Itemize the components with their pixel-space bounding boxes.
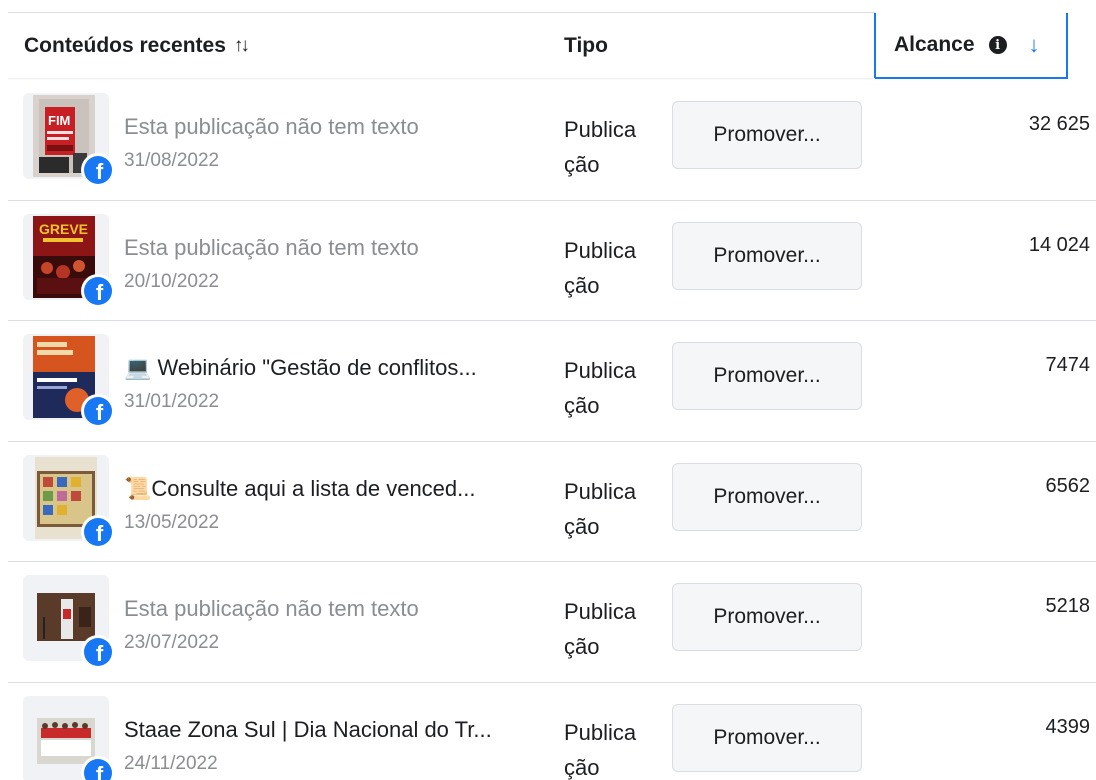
promote-button[interactable]: Promover... bbox=[672, 101, 862, 169]
post-type-line2: ção bbox=[564, 634, 600, 659]
sort-descending-icon[interactable]: ↓ bbox=[1029, 32, 1040, 58]
table-row[interactable]: f Esta publicação não tem texto 23/07/20… bbox=[0, 562, 1096, 683]
facebook-icon: f bbox=[81, 394, 115, 428]
table-row[interactable]: GREVE f Esta publicação não tem texto 20… bbox=[0, 201, 1096, 321]
post-title[interactable]: 📜Consulte aqui a lista de venced... bbox=[124, 476, 475, 502]
post-type-line2: ção bbox=[564, 152, 600, 177]
post-type: Publica ção bbox=[564, 474, 654, 544]
column-header-type-label: Tipo bbox=[564, 34, 608, 57]
post-title[interactable]: Esta publicação não tem texto bbox=[124, 596, 419, 622]
post-type-line1: Publica bbox=[564, 358, 637, 383]
column-header-reach[interactable]: Alcance i ↓ bbox=[874, 13, 1068, 79]
promote-button[interactable]: Promover... bbox=[672, 342, 862, 410]
post-type-line1: Publica bbox=[564, 599, 637, 624]
reach-value: 4399 bbox=[1045, 715, 1091, 738]
table-row[interactable]: f Staae Zona Sul | Dia Nacional do Tr...… bbox=[0, 683, 1096, 780]
facebook-icon: f bbox=[81, 273, 115, 308]
post-type-line1: Publica bbox=[564, 478, 637, 504]
post-date: 24/11/2022 bbox=[124, 752, 218, 774]
post-type-line2: ção bbox=[564, 272, 600, 298]
facebook-icon: f bbox=[81, 635, 115, 669]
column-header-reach-label: Alcance bbox=[894, 33, 975, 56]
info-icon[interactable]: i bbox=[988, 36, 1007, 54]
post-title[interactable]: Esta publicação não tem texto bbox=[124, 235, 419, 261]
post-type-line1: Publica bbox=[564, 237, 637, 263]
post-type: Publica ção bbox=[564, 112, 654, 182]
post-type: Publica ção bbox=[564, 594, 654, 664]
post-thumbnail[interactable]: f bbox=[23, 695, 115, 780]
reach-value: 6562 bbox=[1045, 474, 1091, 497]
post-date: 31/08/2022 bbox=[124, 150, 220, 171]
table-row[interactable]: f 💻 Webinário "Gestão de conflitos... 31… bbox=[0, 321, 1096, 442]
facebook-icon: f bbox=[81, 514, 115, 549]
column-header-content[interactable]: Conteúdos recentes ↑↓ bbox=[24, 13, 250, 79]
post-thumbnail[interactable]: GREVE f bbox=[23, 213, 115, 308]
post-type-line2: ção bbox=[564, 754, 600, 780]
post-thumbnail[interactable]: FIM f bbox=[23, 93, 115, 187]
post-title[interactable]: Esta publicação não tem texto bbox=[124, 114, 419, 140]
post-type: Publica ção bbox=[564, 233, 654, 303]
table-header: Conteúdos recentes ↑↓ Tipo Alcance i ↓ bbox=[0, 13, 1096, 79]
reach-value: 14 024 bbox=[1028, 233, 1090, 256]
table-row[interactable]: f 📜Consulte aqui a lista de venced... 13… bbox=[0, 442, 1096, 562]
reach-value: 5218 bbox=[1045, 595, 1091, 617]
thumbnail-text: GREVE bbox=[39, 221, 88, 237]
post-date: 13/05/2022 bbox=[124, 511, 220, 533]
post-type-line2: ção bbox=[564, 393, 600, 418]
reach-value: 7474 bbox=[1045, 354, 1091, 376]
post-date: 20/10/2022 bbox=[124, 270, 220, 292]
post-type-line1: Publica bbox=[564, 719, 637, 745]
facebook-icon: f bbox=[81, 755, 115, 780]
post-thumbnail[interactable]: f bbox=[23, 334, 115, 428]
promote-button[interactable]: Promover... bbox=[672, 462, 862, 531]
promote-button[interactable]: Promover... bbox=[672, 703, 862, 772]
promote-button[interactable]: Promover... bbox=[672, 221, 862, 290]
thumbnail-text: FIM bbox=[48, 113, 70, 128]
post-type-line1: Publica bbox=[564, 117, 637, 142]
table-row[interactable]: FIM f Esta publicação não tem texto 31/0… bbox=[0, 80, 1096, 201]
post-type-line2: ção bbox=[564, 513, 600, 539]
post-title[interactable]: 💻 Webinário "Gestão de conflitos... bbox=[124, 355, 477, 381]
facebook-icon: f bbox=[81, 153, 115, 187]
content-table-body: FIM f Esta publicação não tem texto 31/0… bbox=[0, 80, 1096, 780]
post-type: Publica ção bbox=[564, 715, 654, 780]
column-header-type: Tipo bbox=[564, 13, 608, 79]
reach-value: 32 625 bbox=[1028, 113, 1090, 135]
sort-icon[interactable]: ↑↓ bbox=[234, 35, 250, 57]
post-type: Publica ção bbox=[564, 353, 654, 423]
promote-button[interactable]: Promover... bbox=[672, 583, 862, 651]
post-title[interactable]: Staae Zona Sul | Dia Nacional do Tr... bbox=[124, 717, 492, 743]
post-thumbnail[interactable]: f bbox=[23, 575, 115, 669]
column-header-content-label: Conteúdos recentes bbox=[24, 34, 226, 57]
post-thumbnail[interactable]: f bbox=[23, 454, 115, 549]
post-date: 23/07/2022 bbox=[124, 632, 220, 653]
post-date: 31/01/2022 bbox=[124, 391, 220, 412]
